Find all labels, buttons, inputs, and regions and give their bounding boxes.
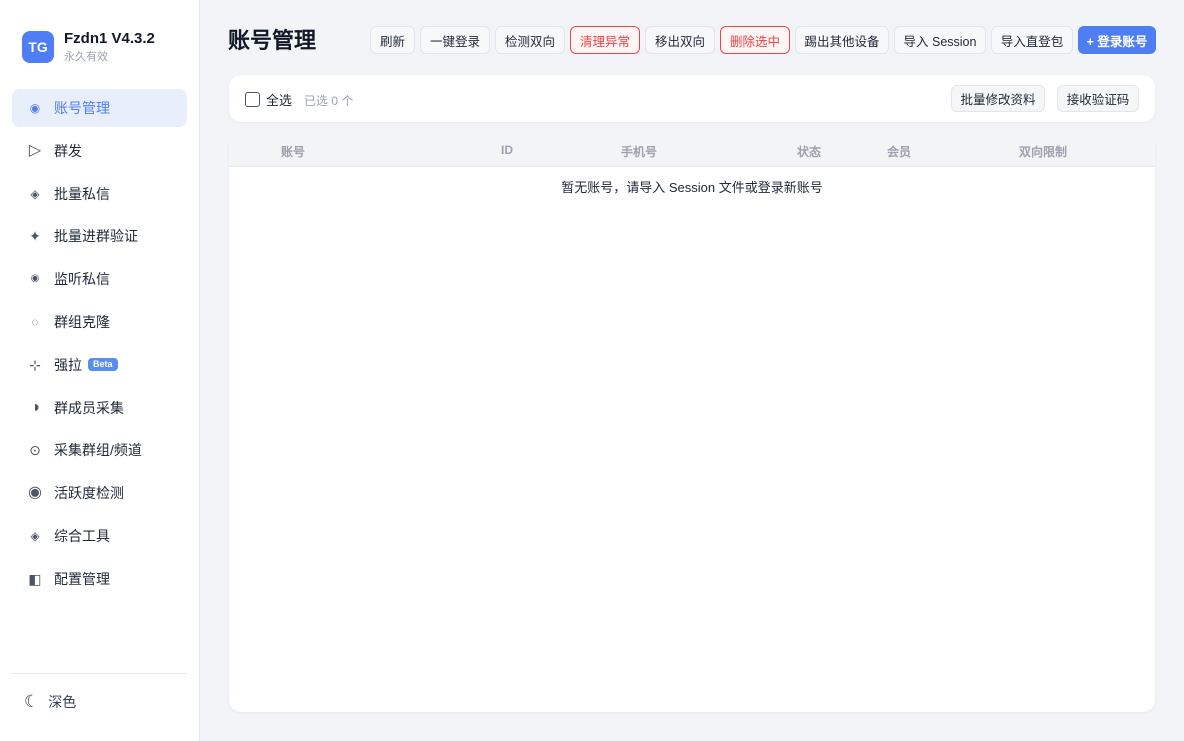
sidebar-item-mass-send[interactable]: ▷ 群发 <box>12 132 187 170</box>
sidebar-item-label: 账号管理 <box>54 100 110 116</box>
page-title: 账号管理 <box>228 28 317 53</box>
import-session-button[interactable]: 导入 Session <box>894 26 986 54</box>
radio-dot-icon: ◉ <box>29 101 41 115</box>
kick-other-devices-button[interactable]: 踢出其他设备 <box>795 26 889 54</box>
sidebar: TG Fzdn1 V4.3.2 永久有效 ◉ 账号管理 ▷ 群发 ◈ 批量私信 … <box>0 0 200 741</box>
sidebar-item-label: 强拉 <box>54 356 82 373</box>
select-all-checkbox[interactable] <box>245 92 260 107</box>
sidebar-item-monitor-dm[interactable]: ◉ 监听私信 <box>12 260 187 298</box>
empty-state-text: 暂无账号，请导入 Session 文件或登录新账号 <box>561 180 823 195</box>
sidebar-item-label: 批量私信 <box>54 185 110 202</box>
login-account-button[interactable]: + 登录账号 <box>1078 26 1156 54</box>
brand-text: Fzdn1 V4.3.2 永久有效 <box>64 30 155 64</box>
theme-toggle[interactable]: ☾ 深色 <box>24 692 76 712</box>
radio-dot-icon: ◉ <box>30 273 40 285</box>
sidebar-item-group-clone[interactable]: ◌ 群组克隆 <box>12 303 187 341</box>
one-click-login-button[interactable]: 一键登录 <box>420 26 490 54</box>
sidebar-nav: ◉ 账号管理 ▷ 群发 ◈ 批量私信 ✦ 批量进群验证 ◉ 监听私信 ◌ 群组克… <box>12 89 187 603</box>
sidebar-item-label: 采集群组/频道 <box>54 442 142 459</box>
table-header: 账号 ID 手机号 状态 会员 双向限制 <box>229 134 1155 167</box>
sidebar-item-label: 群组克隆 <box>54 313 110 330</box>
app-logo: TG <box>22 31 54 63</box>
selection-bar: 全选 已选 0 个 批量修改资料 接收验证码 <box>229 75 1155 122</box>
sidebar-item-label: 群成员采集 <box>54 399 124 416</box>
sidebar-item-activity-check[interactable]: ◉ 活跃度检测 <box>12 474 187 512</box>
import-direct-package-button[interactable]: 导入直登包 <box>991 26 1073 54</box>
theme-toggle-label: 深色 <box>48 694 77 710</box>
sidebar-item-force-pull[interactable]: ⊹ 强拉 Beta <box>12 346 187 384</box>
moon-icon: ☾ <box>24 692 40 711</box>
sidebar-item-label: 批量进群验证 <box>54 228 138 245</box>
select-all[interactable]: 全选 <box>245 90 292 109</box>
license-status: 永久有效 <box>64 51 108 63</box>
half-circle-icon: ◑ <box>30 398 40 416</box>
receive-code-button[interactable]: 接收验证码 <box>1057 85 1139 112</box>
beta-badge: Beta <box>88 358 118 372</box>
sidebar-item-label: 配置管理 <box>54 570 110 587</box>
column-header-id: ID <box>501 143 513 157</box>
half-square-icon: ◧ <box>28 570 42 587</box>
column-header-bidirectional-limit: 双向限制 <box>1019 145 1068 159</box>
sidebar-item-config[interactable]: ◧ 配置管理 <box>12 560 187 598</box>
sparkle-icon: ✦ <box>29 228 41 245</box>
column-header-membership: 会员 <box>887 145 912 159</box>
clean-abnormal-button[interactable]: 清理异常 <box>570 26 640 54</box>
sidebar-item-account-management[interactable]: ◉ 账号管理 <box>12 89 187 127</box>
accounts-table: 账号 ID 手机号 状态 会员 双向限制 暂无账号，请导入 Session 文件… <box>229 134 1155 712</box>
app-title: Fzdn1 V4.3.2 <box>64 30 155 47</box>
sidebar-item-label: 群发 <box>54 142 82 159</box>
play-icon: ▷ <box>28 141 42 159</box>
sidebar-item-label: 监听私信 <box>54 271 110 288</box>
sidebar-item-group-channel-scrape[interactable]: ⊙ 采集群组/频道 <box>12 431 187 469</box>
column-header-status: 状态 <box>797 145 822 159</box>
sidebar-item-batch-dm[interactable]: ◈ 批量私信 <box>12 175 187 213</box>
delete-selected-button[interactable]: 删除选中 <box>720 26 790 54</box>
batch-edit-profile-button[interactable]: 批量修改资料 <box>951 85 1045 112</box>
target-circle-icon: ⊙ <box>29 442 41 459</box>
refresh-button[interactable]: 刷新 <box>370 26 415 54</box>
check-bidirectional-button[interactable]: 检测双向 <box>495 26 565 54</box>
diamond-icon: ◈ <box>30 186 40 201</box>
brand: TG Fzdn1 V4.3.2 永久有效 <box>22 30 155 64</box>
select-all-label: 全选 <box>266 93 293 108</box>
column-header-account: 账号 <box>281 145 306 159</box>
diamond-icon: ◈ <box>30 528 40 543</box>
crosshair-icon: ⊹ <box>29 356 41 373</box>
column-header-phone: 手机号 <box>621 145 658 159</box>
dashed-circle-icon: ◌ <box>31 314 39 329</box>
sidebar-item-label: 活跃度检测 <box>54 485 124 502</box>
sidebar-item-label: 综合工具 <box>54 527 110 544</box>
selected-count: 已选 0 个 <box>304 94 354 108</box>
sidebar-item-batch-join-verify[interactable]: ✦ 批量进群验证 <box>12 217 187 255</box>
sidebar-item-tools[interactable]: ◈ 综合工具 <box>12 517 187 555</box>
remove-bidirectional-button[interactable]: 移出双向 <box>645 26 715 54</box>
radio-dot-icon: ◉ <box>28 484 42 502</box>
sidebar-item-member-scrape[interactable]: ◑ 群成员采集 <box>12 389 187 427</box>
sidebar-divider <box>12 673 187 674</box>
